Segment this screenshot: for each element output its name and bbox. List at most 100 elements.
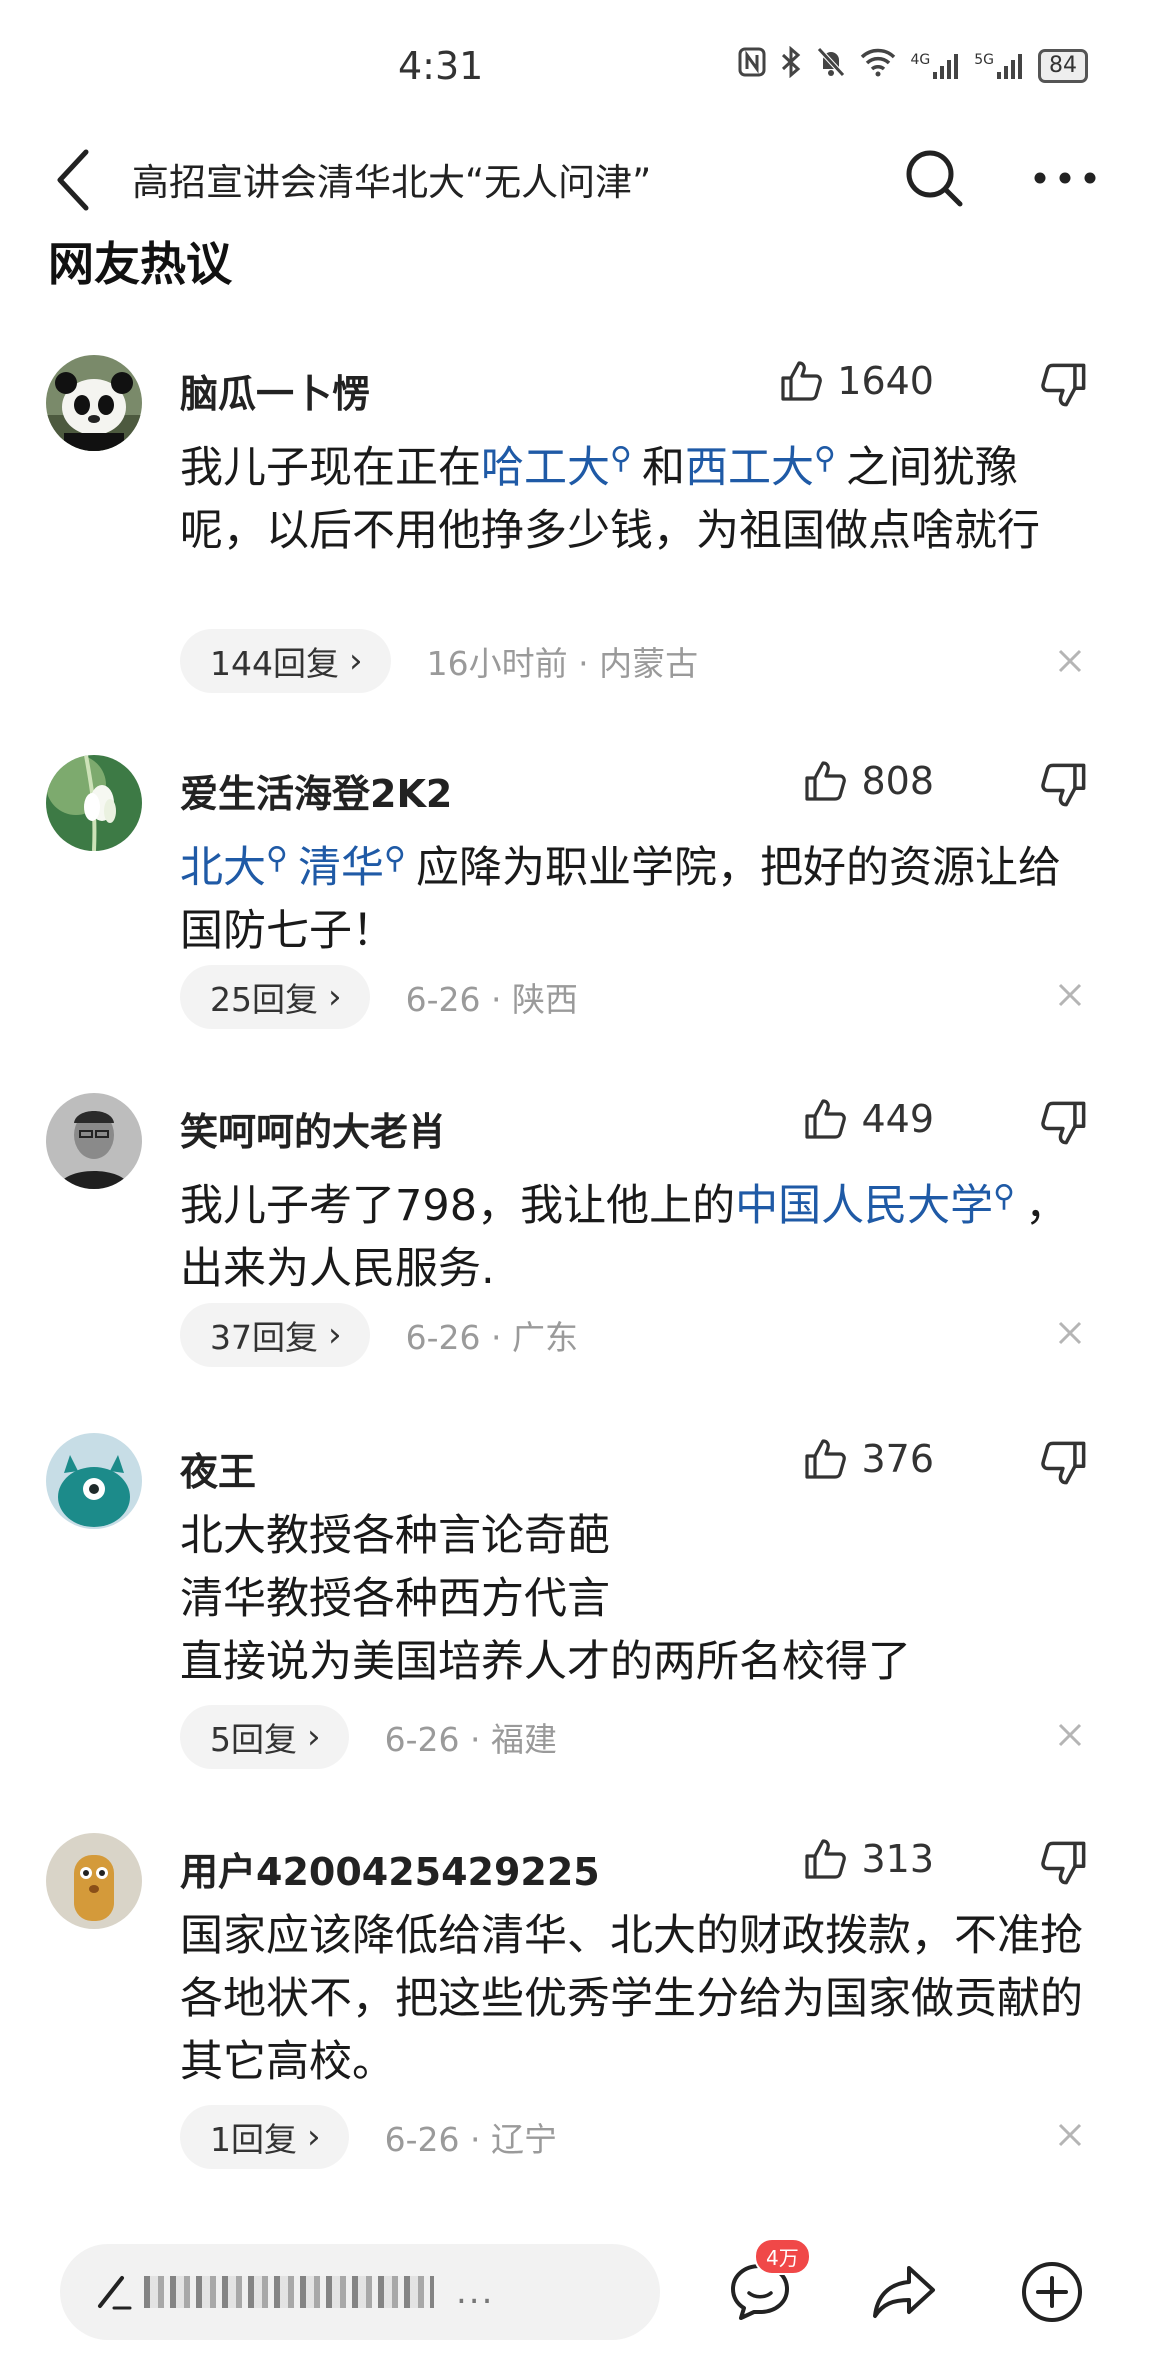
thumbs-down-icon	[1041, 1841, 1086, 1885]
comment-meta-row: 37回复 › 6-26 · 广东	[180, 1303, 578, 1367]
dismiss-comment-button[interactable]	[1052, 2117, 1092, 2157]
comment-time-location: 6-26 · 陕西	[405, 980, 578, 1019]
comment-text-line: 直接说为美国培养人才的两所名校得了	[180, 1637, 911, 1687]
thumbs-up-icon	[805, 1439, 847, 1479]
replies-button[interactable]: 37回复 ›	[180, 1303, 370, 1367]
username[interactable]: 用户4200425429225	[180, 1841, 600, 1896]
comment-input[interactable]: ...	[60, 2244, 660, 2340]
bluetooth-icon	[780, 45, 802, 85]
monster-avatar-icon	[46, 1433, 142, 1529]
avatar[interactable]	[46, 1093, 142, 1189]
chevron-right-icon: ›	[328, 1315, 342, 1355]
comment-time-location: 6-26 · 广东	[405, 1318, 578, 1357]
back-arrow-icon	[57, 149, 89, 211]
comment-count-badge: 4万	[754, 2238, 811, 2275]
username[interactable]: 脑瓜一卜愣	[180, 363, 370, 418]
thumbs-down-icon	[1041, 363, 1086, 407]
mute-bell-icon	[816, 46, 846, 85]
username[interactable]: 夜王	[180, 1441, 256, 1496]
dislike-button[interactable]	[1040, 1839, 1096, 1895]
like-button[interactable]: 808	[803, 759, 934, 803]
comment-text: 我儿子现在正在哈工大⚲ 和西工大⚲ 之间犹豫呢，以后不用他挣多少钱，为祖国做点啥就行	[180, 427, 1090, 563]
battery-indicator: 84	[1038, 48, 1088, 83]
like-button[interactable]: 313	[803, 1837, 934, 1881]
status-time: 4:31	[398, 44, 484, 88]
avatar[interactable]	[46, 1833, 142, 1929]
toy-avatar-icon	[46, 1833, 142, 1929]
comment-item: 脑瓜一卜愣 1640 我儿子现在正在哈工大⚲ 和西工大⚲ 之间犹豫呢，以后不用他挣多…	[0, 355, 1152, 715]
dislike-button[interactable]	[1040, 1099, 1096, 1155]
username[interactable]: 爱生活海登2K2	[180, 763, 452, 818]
thumbs-up-icon	[805, 1099, 847, 1139]
replies-button[interactable]: 1回复 ›	[180, 2105, 349, 2169]
thumbs-up-icon	[781, 361, 823, 401]
dislike-button[interactable]	[1040, 361, 1096, 417]
signal-5g-icon: 5G	[974, 52, 1024, 80]
input-placeholder: ...	[456, 2272, 495, 2312]
like-button[interactable]: 1640	[779, 359, 934, 403]
more-dots-icon	[1034, 172, 1096, 184]
reply-count: 1回复	[210, 2120, 297, 2159]
more-options-button[interactable]	[1020, 138, 1110, 218]
comment-item: 爱生活海登2K2 808 北大⚲ 清华⚲ 应降为职业学院，把好的资源让给国防七子！ …	[0, 755, 1152, 1055]
network-label-2: 5G	[974, 51, 994, 68]
dismiss-comment-button[interactable]	[1052, 1717, 1092, 1757]
topic-link[interactable]: 中国人民大学	[735, 1181, 993, 1231]
avatar[interactable]	[46, 755, 142, 851]
reply-count: 37回复	[210, 1318, 318, 1357]
like-count: 376	[861, 1437, 934, 1481]
topic-link[interactable]: 北大	[180, 843, 266, 893]
add-button[interactable]	[1014, 2254, 1090, 2330]
topic-link[interactable]: 清华	[298, 843, 384, 893]
search-link-icon: ⚲	[813, 441, 836, 476]
comment-text: 北大⚲ 清华⚲ 应降为职业学院，把好的资源让给国防七子！	[180, 827, 1090, 963]
search-icon	[906, 150, 963, 207]
topic-link[interactable]: 哈工大	[481, 443, 610, 493]
close-icon	[1058, 1321, 1082, 1345]
chevron-right-icon: ›	[328, 977, 342, 1017]
topic-link[interactable]: 西工大	[685, 443, 814, 493]
dislike-button[interactable]	[1040, 1439, 1096, 1495]
dismiss-comment-button[interactable]	[1052, 977, 1092, 1017]
search-link-icon: ⚲	[610, 441, 632, 476]
comment-time-location: 6-26 · 福建	[384, 1720, 557, 1759]
username[interactable]: 笑呵呵的大老肖	[180, 1101, 446, 1156]
search-link-icon: ⚲	[383, 841, 406, 876]
comment-item: 夜王 376 北大教授各种言论奇葩 清华教授各种西方代言 直接说为美国培养人才的…	[0, 1433, 1152, 1793]
search-link-icon: ⚲	[266, 841, 288, 876]
comment-item: 用户4200425429225 313 国家应该降低给清华、北大的财政拨款，不准…	[0, 1833, 1152, 2193]
thumbs-up-icon	[805, 761, 847, 801]
status-icons: 4G 5G 84	[738, 45, 1088, 85]
dismiss-comment-button[interactable]	[1052, 1315, 1092, 1355]
dismiss-comment-button[interactable]	[1052, 643, 1092, 683]
comment-time-location: 16小时前 · 内蒙古	[426, 644, 699, 683]
plus-circle-icon	[1022, 2262, 1082, 2322]
like-button[interactable]: 376	[803, 1437, 934, 1481]
chevron-right-icon: ›	[307, 2117, 321, 2157]
dislike-button[interactable]	[1040, 761, 1096, 817]
share-button[interactable]	[866, 2254, 942, 2330]
like-button[interactable]: 449	[803, 1097, 934, 1141]
avatar[interactable]	[46, 355, 142, 451]
comment-time-location: 6-26 · 辽宁	[384, 2120, 557, 2159]
network-label-1: 4G	[910, 51, 931, 68]
close-icon	[1058, 1723, 1082, 1747]
replies-button[interactable]: 144回复 ›	[180, 629, 391, 693]
replies-button[interactable]: 5回复 ›	[180, 1705, 349, 1769]
flower-avatar-icon	[46, 755, 142, 851]
close-icon	[1058, 649, 1082, 673]
replies-button[interactable]: 25回复 ›	[180, 965, 370, 1029]
search-button[interactable]	[894, 138, 974, 218]
thumbs-up-icon	[805, 1839, 847, 1879]
nfc-icon	[738, 47, 766, 84]
comment-text-line: 北大教授各种言论奇葩	[180, 1511, 610, 1561]
avatar[interactable]	[46, 1433, 142, 1529]
back-button[interactable]	[44, 140, 104, 220]
blurred-placeholder	[144, 2276, 434, 2308]
section-title: 网友热议	[48, 237, 232, 291]
reply-count: 5回复	[210, 1720, 297, 1759]
comment-text-segment: 我儿子考了798，我让他上的	[180, 1181, 736, 1231]
chevron-right-icon: ›	[349, 641, 363, 681]
comment-meta-row: 5回复 › 6-26 · 福建	[180, 1705, 557, 1769]
comment-item: 笑呵呵的大老肖 449 我儿子考了798，我让他上的中国人民大学⚲ ，出来为人民服…	[0, 1093, 1152, 1413]
